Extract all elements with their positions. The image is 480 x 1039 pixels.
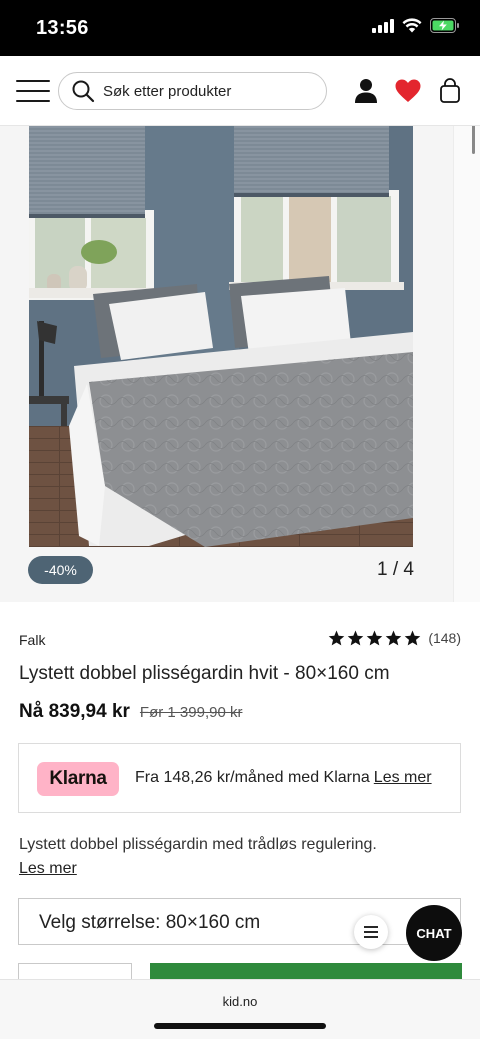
search-input[interactable]: Søk etter produkter <box>58 72 327 110</box>
product-title: Lystett dobbel plisségardin hvit - 80×16… <box>19 663 390 684</box>
klarna-offer-text: Fra 148,26 kr/måned med Klarna <box>135 769 370 786</box>
status-time: 13:56 <box>36 17 89 39</box>
description-text: Lystett dobbel plisségardin med trådløs … <box>19 836 377 853</box>
shopping-bag-icon[interactable] <box>440 78 460 104</box>
star-icon <box>367 630 383 646</box>
browser-url[interactable]: kid.no <box>0 994 480 1009</box>
status-icons <box>372 18 460 33</box>
product-rating[interactable]: (148) <box>328 630 461 646</box>
star-icon <box>329 630 345 646</box>
product-price: Nå 839,94 kr Før 1 399,90 kr <box>19 701 242 723</box>
discount-badge: -40% <box>28 556 93 584</box>
klarna-banner: Klarna Fra 148,26 kr/måned med Klarna Les… <box>18 743 461 813</box>
star-icon <box>405 630 421 646</box>
page-scroll-indicator <box>472 126 475 154</box>
chat-button[interactable]: CHAT <box>406 905 462 961</box>
floating-menu-button[interactable] <box>354 915 388 949</box>
browser-url-bar[interactable]: kid.no <box>0 979 480 1039</box>
product-brand[interactable]: Falk <box>19 632 45 648</box>
signal-icon <box>372 18 394 33</box>
star-icon <box>386 630 402 646</box>
status-bar: 13:56 <box>0 0 480 56</box>
list-menu-icon <box>364 926 378 938</box>
battery-charging-icon <box>430 18 459 33</box>
next-image-peek[interactable] <box>453 126 480 602</box>
size-selector[interactable]: Velg størrelse: 80×160 cm <box>18 898 461 945</box>
site-header: Søk etter produkter <box>0 56 480 126</box>
description-read-more-link[interactable]: Les mer <box>19 857 459 881</box>
product-gallery[interactable]: -40% 1 / 4 <box>0 126 480 602</box>
image-counter: 1 / 4 <box>377 559 414 580</box>
original-price: Før 1 399,90 kr <box>139 704 243 721</box>
current-price: Nå 839,94 kr <box>19 701 130 722</box>
size-selector-label: Velg størrelse: 80×160 cm <box>39 912 261 933</box>
product-image[interactable] <box>29 126 413 547</box>
klarna-read-more-link[interactable]: Les mer <box>374 769 432 786</box>
product-description: Lystett dobbel plisségardin med trådløs … <box>19 833 459 881</box>
klarna-text: Fra 148,26 kr/måned med Klarna Les mer <box>135 769 432 787</box>
search-icon <box>72 80 95 103</box>
klarna-logo: Klarna <box>37 762 119 796</box>
review-count: (148) <box>428 630 461 646</box>
wifi-icon <box>402 18 422 33</box>
wishlist-heart-icon[interactable] <box>395 79 421 103</box>
menu-icon[interactable] <box>16 78 50 104</box>
account-icon[interactable] <box>354 78 378 104</box>
home-indicator[interactable] <box>154 1023 326 1029</box>
star-icon <box>348 630 364 646</box>
search-placeholder: Søk etter produkter <box>103 82 232 100</box>
